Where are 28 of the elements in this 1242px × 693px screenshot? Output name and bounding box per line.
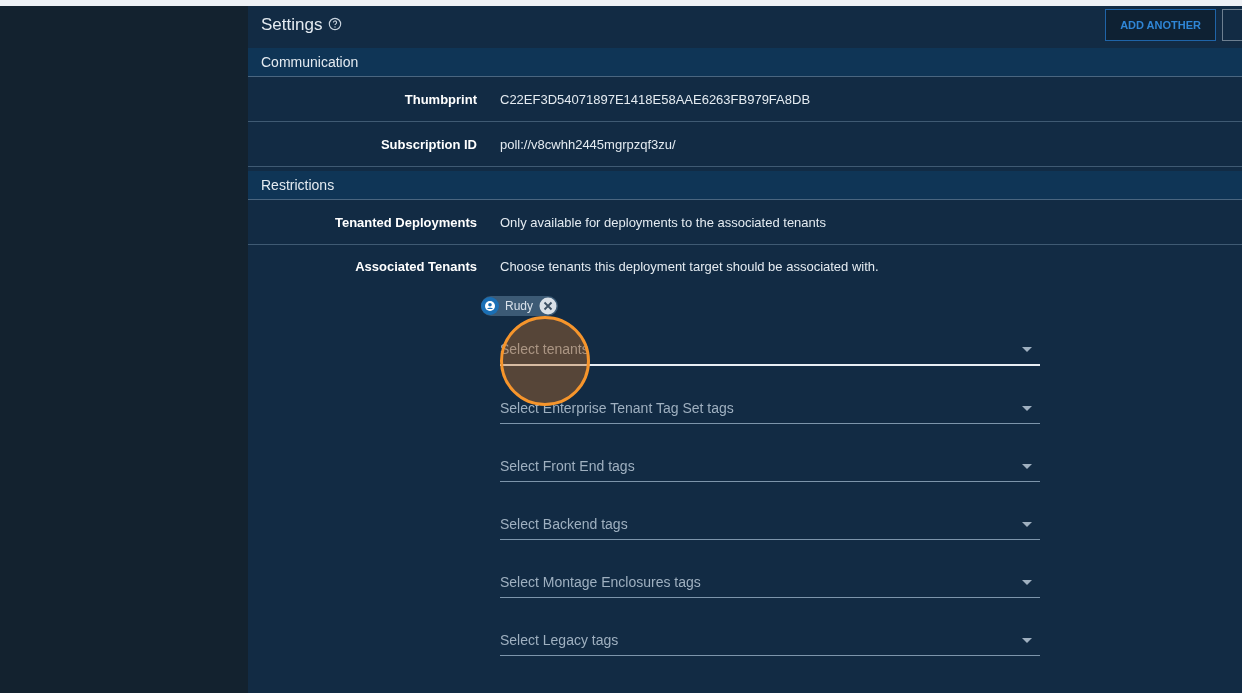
page-title: Settings [261,15,323,35]
select-field[interactable]: Select Backend tags [500,509,1040,540]
field-label: Tenanted Deployments [333,214,477,230]
field-value: poll://v8cwhh2445mgrpzqf3zu/ [500,136,676,152]
field-label: Thumbprint [403,91,477,107]
section-title: Communication [261,54,359,70]
field-label: Associated Tenants [354,259,477,274]
dropdown-caret-icon [1022,579,1032,585]
remove-icon[interactable] [539,297,557,315]
dropdown-caret-icon [1022,637,1032,643]
field-description: Choose tenants this deployment target should be associated with. [500,259,880,274]
select-field[interactable]: Select Front End tags [500,451,1040,482]
dropdown-caret-icon [1022,346,1032,352]
dropdown-caret-icon [1022,521,1032,527]
select-field[interactable]: Select Enterprise Tenant Tag Set tags [500,393,1040,424]
cut-off-button[interactable] [1222,9,1242,41]
select-field[interactable]: Select Legacy tags [500,625,1040,656]
select-field[interactable]: Select Montage Enclosures tags [500,567,1040,598]
dropdown-caret-icon [1022,463,1032,469]
user-avatar-icon [481,297,499,315]
section-title: Restrictions [261,177,335,193]
field-value: Only available for deployments to the associated tenants [500,214,826,230]
field-value: C22EF3D54071897E1418E58AAE6263FB979FA8DB [500,91,811,107]
dropdown-caret-icon [1022,405,1032,411]
chip-label: Rudy [505,299,533,313]
field-label: Subscription ID [379,136,477,152]
add-another-button[interactable]: ADD ANOTHER [1105,9,1216,41]
help-icon[interactable] [328,17,343,31]
